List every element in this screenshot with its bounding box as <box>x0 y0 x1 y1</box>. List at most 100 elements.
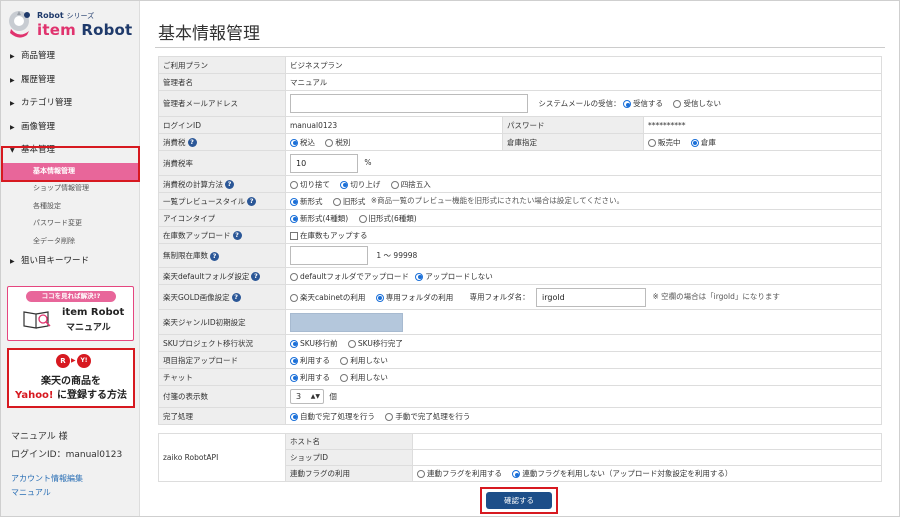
sysmail-reject-option[interactable]: 受信しない <box>673 98 721 109</box>
sku-label: SKUプロジェクト移行状況 <box>158 334 286 352</box>
gold-folder-option[interactable]: 専用フォルダの利用 <box>375 292 453 303</box>
gold-note: ※ 空欄の場合は「irgold」になります <box>652 292 780 301</box>
genre-select-button[interactable] <box>290 312 403 332</box>
sidebar-item-history[interactable]: ▶ 履歴管理 <box>1 69 140 93</box>
flag-nouse-option[interactable]: 連動フラグを利用しない（アップロード対象設定を利用する） <box>512 468 732 479</box>
sidebar-item-products[interactable]: ▶ 商品管理 <box>1 45 140 69</box>
help-icon[interactable]: ? <box>247 197 257 206</box>
chat-use-option[interactable]: 利用する <box>290 372 330 383</box>
help-icon[interactable]: ? <box>210 251 219 261</box>
unlimited-range: 1 〜 99998 <box>376 250 418 260</box>
sidebar-sub-password[interactable]: パスワード変更 <box>1 215 140 233</box>
itemup-use-option[interactable]: 利用する <box>290 355 330 366</box>
radio-selected-icon <box>290 138 298 147</box>
radio-icon <box>390 180 399 189</box>
email-input[interactable] <box>290 94 528 113</box>
help-icon[interactable]: ? <box>232 231 242 240</box>
banner-line2: Yahoo! に登録する方法 <box>15 390 127 401</box>
sku-done-option[interactable]: SKU移行完了 <box>347 338 403 349</box>
manual-link[interactable]: マニュアル <box>11 487 51 498</box>
radio-selected-icon <box>290 373 298 382</box>
sidebar-sub-shop-info[interactable]: ショップ情報管理 <box>1 180 140 198</box>
icon-old-option[interactable]: 旧形式(6種類) <box>358 213 417 224</box>
manual-banner[interactable]: ココを見れば解決!? item Robot マニュアル <box>7 286 134 341</box>
triangle-right-icon: ▶ <box>10 123 15 131</box>
radio-icon <box>290 293 298 302</box>
sysmail-receive-option[interactable]: 受信する <box>623 98 663 109</box>
tag-unit: 個 <box>329 391 337 401</box>
sidebar-sub-settings[interactable]: 各種設定 <box>1 198 140 216</box>
taxrate-unit: % <box>364 158 372 167</box>
account-edit-link[interactable]: アカウント情報編集 <box>11 473 83 484</box>
password-value: ********** <box>643 116 882 134</box>
calc-floor-option[interactable]: 切り捨て <box>290 179 330 190</box>
banner-subtitle: マニュアル <box>66 323 111 333</box>
sidebar-nav: ▶ 商品管理 ▶ 履歴管理 ▶ カテゴリ管理 ▶ 画像管理 ▼ 基本管理 基本情報管理 シ… <box>1 45 140 274</box>
radio-selected-icon <box>512 470 521 478</box>
chat-nouse-option[interactable]: 利用しない <box>340 372 388 383</box>
preview-new-option[interactable]: 新形式 <box>290 196 323 207</box>
title-divider <box>155 47 885 48</box>
sidebar-item-basic[interactable]: ▼ 基本管理 <box>1 139 140 163</box>
yahoo-guide-banner[interactable]: R ▶ Y! 楽天の商品を Yahoo! に登録する方法 <box>7 348 135 408</box>
sidebar-sub-basic-info[interactable]: 基本情報管理 <box>1 162 140 180</box>
user-login-id: ログインID：manual0123 <box>11 450 123 460</box>
confirm-button[interactable]: 確認する <box>486 492 552 509</box>
radio-icon <box>325 138 334 147</box>
basic-info-form: ご利用プラン ビジネスプラン 管理者名 マニュアル 管理者メールアドレス システ… <box>158 56 882 425</box>
sku-before-option[interactable]: SKU移行前 <box>290 338 337 349</box>
help-icon[interactable]: ? <box>187 138 197 147</box>
tag-count-select[interactable]: 3 ▲▼ <box>290 389 324 404</box>
warehouse-storage-option[interactable]: 倉庫 <box>690 137 716 148</box>
taxrate-label: 消費税率 <box>158 150 286 176</box>
rakuten-folder-default-option[interactable]: defaultフォルダでアップロード <box>290 271 409 282</box>
sidebar-sub-delete-all[interactable]: 全データ削除 <box>1 233 140 251</box>
item-robot-logo[interactable]: Robot シリーズ item Robot <box>7 7 135 43</box>
flag-use-option[interactable]: 連動フラグを利用する <box>417 468 502 479</box>
radio-icon <box>340 373 349 382</box>
rakuten-folder-noupload-option[interactable]: アップロードしない <box>415 271 493 282</box>
help-icon[interactable]: ? <box>251 272 261 281</box>
calc-ceil-option[interactable]: 切り上げ <box>340 179 380 190</box>
tax-label: 消費税? <box>158 133 286 151</box>
flag-label: 連動フラグの利用 <box>285 465 413 482</box>
password-label: パスワード <box>502 116 644 134</box>
radio-selected-icon <box>290 412 298 421</box>
brand-name: item Robot <box>37 21 133 39</box>
highlight-box-confirm: 確認する <box>480 487 558 514</box>
gold-cabinet-option[interactable]: 楽天cabinetの利用 <box>290 292 365 303</box>
taxrate-input[interactable]: 10 <box>290 153 358 173</box>
banner-line1: 楽天の商品を <box>41 376 101 387</box>
calc-round-option[interactable]: 四捨五入 <box>390 179 431 190</box>
tax-included-option[interactable]: 税込 <box>290 137 315 148</box>
chat-label: チャット <box>158 368 286 386</box>
gold-label: 楽天GOLD画像設定? <box>158 284 286 310</box>
warehouse-onsale-option[interactable]: 販売中 <box>648 137 681 148</box>
triangle-down-icon: ▼ <box>10 147 15 154</box>
done-auto-option[interactable]: 自動で完了処理を行う <box>290 411 375 422</box>
triangle-right-icon: ▶ <box>10 258 15 265</box>
login-value: manual0123 <box>285 116 503 134</box>
sysmail-label: システムメールの受信： <box>538 98 621 108</box>
icon-new-option[interactable]: 新形式(4種類) <box>290 213 348 224</box>
done-manual-option[interactable]: 手動で完了処理を行う <box>385 411 470 422</box>
tax-excluded-option[interactable]: 税別 <box>325 137 350 148</box>
radio-selected-icon <box>290 339 298 348</box>
gold-folder-input[interactable]: irgold <box>536 287 647 307</box>
stockup-checkbox[interactable]: 在庫数もアップする <box>290 230 368 241</box>
preview-old-option[interactable]: 旧形式 <box>332 196 365 207</box>
itemup-label: 項目指定アップロード <box>158 351 286 369</box>
api-label: zaiko RobotAPI <box>158 433 286 482</box>
rakuten-folder-label: 楽天defaultフォルダ設定? <box>158 267 286 285</box>
sidebar-item-keywords[interactable]: ▶ 狙い目キーワード <box>1 250 140 274</box>
radio-icon <box>340 356 349 365</box>
sidebar-item-category[interactable]: ▶ カテゴリ管理 <box>1 92 140 116</box>
help-icon[interactable]: ? <box>225 180 234 189</box>
unlimited-input[interactable] <box>290 246 368 265</box>
sidebar-item-images[interactable]: ▶ 画像管理 <box>1 116 140 140</box>
admin-label: 管理者名 <box>158 73 286 91</box>
radio-selected-icon <box>290 197 298 206</box>
help-icon[interactable]: ? <box>231 293 241 302</box>
itemup-nouse-option[interactable]: 利用しない <box>340 355 388 366</box>
banner-title: item Robot <box>62 307 125 318</box>
